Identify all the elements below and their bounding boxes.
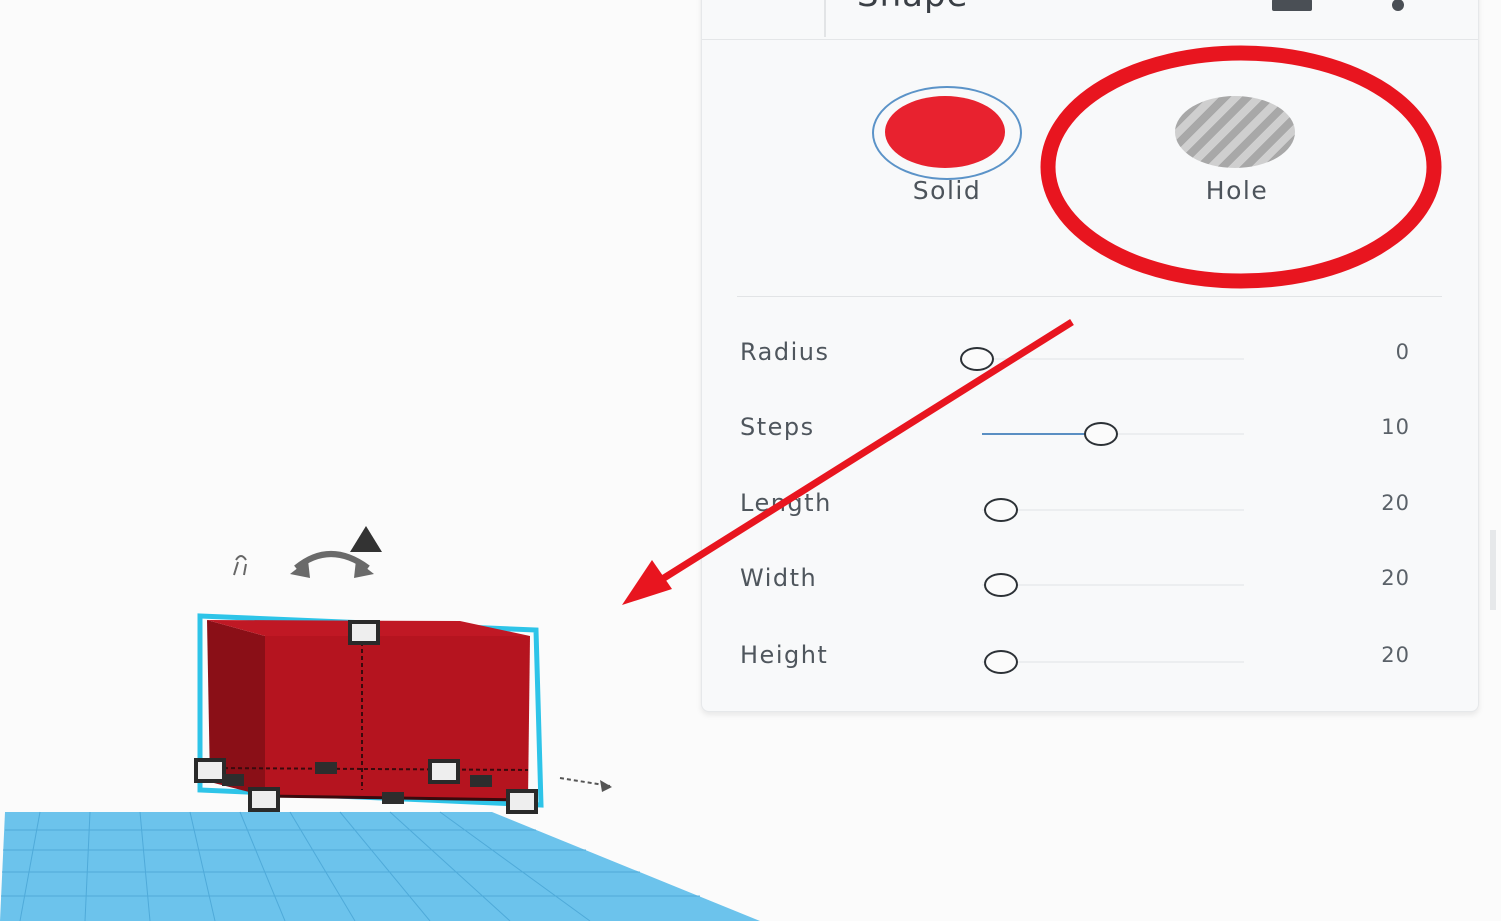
corner-handle-back[interactable]	[428, 759, 460, 784]
lift-arrow-icon[interactable]	[350, 526, 382, 552]
edge-handle-left[interactable]	[315, 762, 337, 774]
edge-handle-back[interactable]	[222, 774, 244, 786]
top-handle[interactable]	[348, 620, 380, 645]
edge-handle-right[interactable]	[470, 775, 492, 787]
corner-handle-front[interactable]	[248, 787, 280, 812]
corner-handle-right[interactable]	[506, 789, 538, 814]
rotate-arrow-icon[interactable]	[290, 551, 374, 578]
nudge-arrow-icon[interactable]	[559, 777, 612, 792]
workplane-grid[interactable]	[0, 811, 760, 921]
ruler-icon[interactable]	[233, 555, 247, 576]
tinkercad-workspace: Shape Solid Hole Radius 0	[0, 0, 1501, 921]
edge-handle-front[interactable]	[382, 792, 404, 804]
